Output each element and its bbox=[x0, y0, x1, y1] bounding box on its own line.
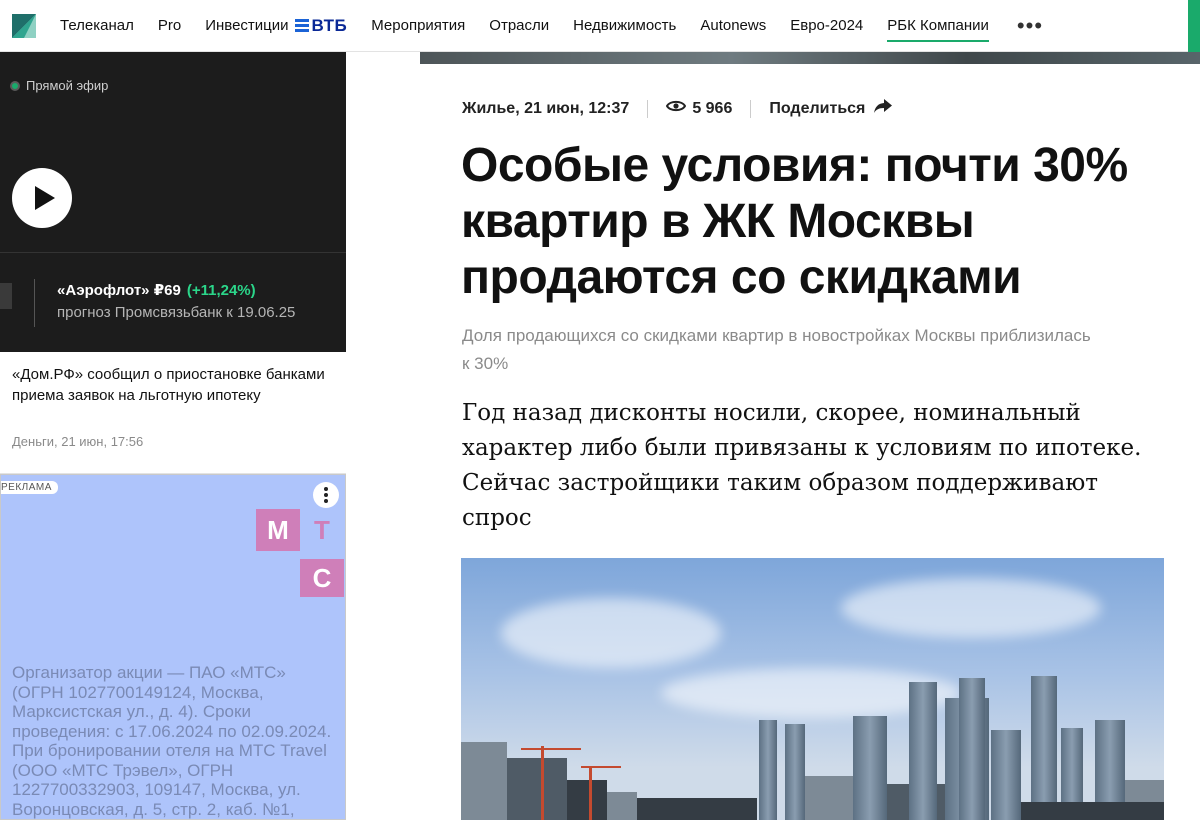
news-headline[interactable]: «Дом.РФ» сообщил о приостановке банками … bbox=[12, 364, 332, 406]
nav-item-pro[interactable]: Pro bbox=[158, 0, 181, 52]
mts-logo-letter-m: М bbox=[256, 509, 300, 551]
ad-legal-text: Организатор акции — ПАО «МТС» (ОГРН 1027… bbox=[12, 663, 332, 819]
ticker-change: (+11,24%) bbox=[186, 282, 256, 299]
live-indicator-icon bbox=[10, 80, 20, 91]
nav-item-investicii[interactable]: Инвестиции ВТБ bbox=[205, 0, 347, 52]
advertisement-banner[interactable]: РЕКЛАМА М Т С Организатор акции — ПАО «М… bbox=[0, 474, 346, 820]
share-button[interactable]: Поделиться bbox=[769, 98, 893, 119]
live-label: Прямой эфир bbox=[10, 78, 108, 93]
vtb-partner-logo: ВТБ bbox=[294, 16, 348, 36]
meta-divider bbox=[750, 99, 752, 118]
nav-item-rbc-companies[interactable]: РБК Компании bbox=[887, 0, 989, 52]
article-title: Особые условия: почти 30% квартир в ЖК М… bbox=[461, 139, 1128, 304]
article-meta: Жилье, 21 июн, 12:37 5 966 Поделиться bbox=[462, 98, 893, 119]
mts-logo-letter-s: С bbox=[300, 559, 344, 597]
sidebar-news-item[interactable]: «Дом.РФ» сообщил о приостановке банками … bbox=[0, 352, 346, 474]
eye-icon bbox=[666, 99, 687, 118]
stock-ticker-card[interactable]: «Аэрофлот» ₽69 (+11,24%) прогноз Промсвяз… bbox=[0, 252, 346, 352]
article-subtitle: Доля продающихся со скидками квартир в н… bbox=[462, 326, 1091, 373]
ticker-divider bbox=[34, 279, 35, 327]
meta-divider bbox=[647, 99, 649, 118]
more-vertical-icon bbox=[324, 487, 328, 491]
nav-item-autonews[interactable]: Autonews bbox=[700, 0, 766, 52]
mts-logo-letter-t: Т bbox=[314, 514, 330, 545]
play-button[interactable] bbox=[12, 168, 72, 228]
ticker-forecast: прогноз Промсвязьбанк к 19.06.25 bbox=[57, 304, 296, 321]
nav-item-nedvizhimost[interactable]: Недвижимость bbox=[573, 0, 676, 52]
nav-more-button[interactable]: ••• bbox=[1013, 0, 1043, 52]
nav-item-euro-2024[interactable]: Евро-2024 bbox=[790, 0, 863, 52]
play-icon bbox=[35, 186, 55, 210]
article-photo[interactable] bbox=[461, 558, 1164, 820]
ad-options-button[interactable] bbox=[313, 482, 339, 508]
rbc-logo-icon[interactable] bbox=[12, 13, 36, 38]
ad-badge: РЕКЛАМА bbox=[1, 481, 58, 494]
live-stream-player[interactable]: Прямой эфир bbox=[0, 52, 346, 252]
nav-item-meropriyatiya[interactable]: Мероприятия bbox=[371, 0, 465, 52]
news-meta: Деньги, 21 июн, 17:56 bbox=[12, 434, 144, 449]
left-sidebar: Прямой эфир «Аэрофлот» ₽69 (+11,24%) прог… bbox=[0, 52, 346, 820]
share-arrow-icon bbox=[873, 98, 893, 119]
more-horizontal-icon: ••• bbox=[1016, 12, 1044, 38]
ticker-prev-arrow-icon[interactable] bbox=[0, 283, 12, 309]
article-views: 5 966 bbox=[692, 99, 733, 117]
nav-item-otrasli[interactable]: Отрасли bbox=[489, 0, 549, 52]
side-accent-tab[interactable] bbox=[1188, 0, 1200, 52]
vtb-bars-icon bbox=[294, 17, 309, 34]
ticker-title: «Аэрофлот» ₽69 (+11,24%) bbox=[57, 282, 256, 299]
top-navigation: Телеканал Pro Инвестиции ВТБ Мероприятия… bbox=[0, 0, 1200, 52]
nav-item-telekanal[interactable]: Телеканал bbox=[60, 0, 134, 52]
article-lead: Год назад дисконты носили, скорее, номин… bbox=[462, 400, 1142, 531]
article: Жилье, 21 июн, 12:37 5 966 Поделиться Ос… bbox=[346, 64, 1200, 820]
article-category-date[interactable]: Жилье, 21 июн, 12:37 bbox=[462, 100, 629, 118]
